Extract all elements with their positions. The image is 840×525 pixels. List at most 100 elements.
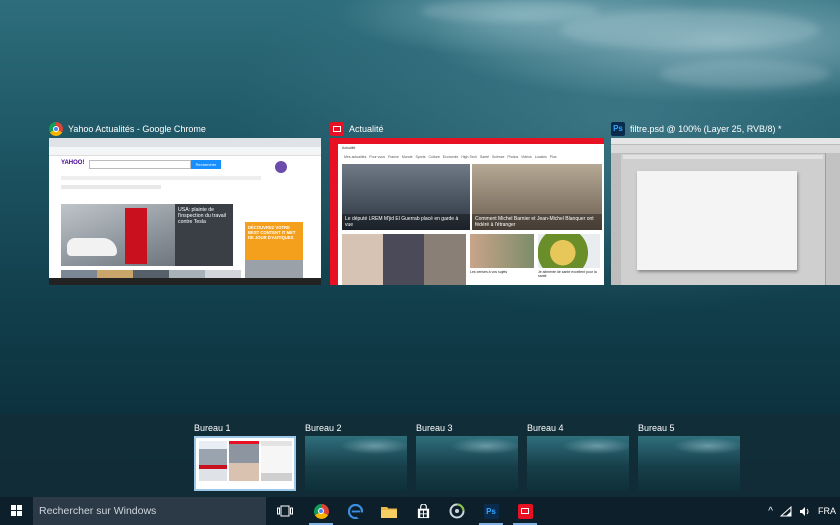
taskbar-search-box[interactable]: Rechercher sur Windows bbox=[33, 497, 266, 525]
windows-logo-icon bbox=[10, 505, 23, 517]
news-story-4-image bbox=[538, 234, 600, 268]
taskbar-news[interactable] bbox=[508, 497, 542, 525]
news-story-3-image bbox=[470, 234, 534, 268]
news-nav-item: Photos bbox=[507, 155, 519, 159]
desktop-2-thumbnail[interactable] bbox=[305, 436, 407, 491]
window-thumbnail-photoshop[interactable] bbox=[611, 138, 840, 285]
ps-menubar bbox=[611, 138, 840, 145]
window-title-text: Actualité bbox=[349, 124, 384, 134]
desktop-2[interactable]: Bureau 2 bbox=[305, 421, 407, 491]
news-titlebar bbox=[330, 138, 604, 144]
taskbar-chrome[interactable] bbox=[304, 497, 338, 525]
news-nav-item: Plus bbox=[549, 155, 557, 159]
ps-icon: Ps bbox=[483, 503, 499, 519]
desktop-4-thumbnail[interactable] bbox=[527, 436, 629, 491]
window-photoshop[interactable]: Ps filtre.psd @ 100% (Layer 25, RVB/8) * bbox=[611, 121, 840, 286]
address-bar bbox=[49, 147, 321, 156]
news-nav-item: Culture bbox=[428, 155, 440, 159]
ps-options-bar bbox=[611, 145, 840, 154]
news-nav-item: Science bbox=[491, 155, 505, 159]
desktop-label: Bureau 1 bbox=[194, 423, 231, 433]
yahoo-logo: YAHOO! bbox=[61, 160, 85, 166]
news-story-grid-left bbox=[342, 234, 466, 285]
news-story-2-headline: Comment Michel Barnier et Jean-Michel Bl… bbox=[472, 214, 602, 230]
volume-icon[interactable] bbox=[799, 506, 811, 517]
mini-window-photoshop bbox=[261, 441, 292, 481]
news-nav-item: Santé bbox=[479, 155, 490, 159]
news-nav-item: Sports bbox=[415, 155, 426, 159]
window-news[interactable]: Actualité Actualité Mes actualités Pour … bbox=[330, 121, 604, 286]
news-story-2: Comment Michel Barnier et Jean-Michel Bl… bbox=[472, 164, 602, 230]
window-title-chrome: Yahoo Actualités - Google Chrome bbox=[49, 121, 206, 137]
news-nav-item: Pour vous bbox=[369, 155, 386, 159]
ps-document-tab bbox=[623, 155, 823, 159]
window-title-news: Actualité bbox=[330, 121, 384, 137]
yahoo-search-button: Rechercher bbox=[191, 160, 221, 169]
news-nav-item: Vidéos bbox=[521, 155, 532, 159]
avatar bbox=[275, 161, 287, 173]
desktop-3[interactable]: Bureau 3 bbox=[416, 421, 518, 491]
desktop-3-thumbnail[interactable] bbox=[416, 436, 518, 491]
desktop-label: Bureau 2 bbox=[305, 423, 342, 433]
mini-window-news bbox=[229, 441, 259, 481]
chrome-bottom-bar bbox=[49, 278, 321, 285]
taskbar-store[interactable] bbox=[406, 497, 440, 525]
news-nav-item: Économie bbox=[442, 155, 459, 159]
news-icon bbox=[517, 503, 533, 519]
taskbar-photoshop[interactable]: Ps bbox=[474, 497, 508, 525]
news-nav: Mes actualités Pour vous France Monde Sp… bbox=[344, 155, 600, 161]
news-nav-item: Locales bbox=[534, 155, 547, 159]
folder-icon bbox=[381, 506, 397, 518]
edge-icon bbox=[347, 503, 363, 519]
news-story-1-headline: Le député LREM M'jid El Guerrab placé en… bbox=[342, 214, 470, 230]
news-story-1: Le député LREM M'jid El Guerrab placé en… bbox=[342, 164, 470, 230]
news-nav-item: Monde bbox=[401, 155, 413, 159]
news-story-4-headline: Je alimente de santé excellent pour la s… bbox=[538, 270, 597, 278]
taskbar-app[interactable] bbox=[440, 497, 474, 525]
search-placeholder: Rechercher sur Windows bbox=[39, 505, 157, 517]
news-icon bbox=[330, 122, 344, 136]
ps-panels bbox=[825, 153, 840, 285]
task-view-button[interactable] bbox=[268, 497, 302, 525]
news-side-rail bbox=[330, 144, 338, 285]
desktop-label: Bureau 3 bbox=[416, 423, 453, 433]
virtual-desktops-strip: Bureau 1 Bureau 2 Bureau 3 Bureau 4 Bure… bbox=[0, 413, 840, 497]
news-nav-item: Mes actualités bbox=[344, 155, 367, 159]
spin-icon bbox=[449, 503, 465, 519]
chrome-icon bbox=[49, 122, 63, 136]
tray-chevron-icon[interactable]: ^ bbox=[768, 506, 773, 517]
desktop-1-thumbnail[interactable] bbox=[194, 436, 296, 491]
nav-links bbox=[61, 176, 261, 180]
taskbar: Rechercher sur Windows Ps ^ FRA bbox=[0, 497, 840, 525]
window-thumbnail-chrome[interactable]: YAHOO! Rechercher USA: plainte de l'insp… bbox=[49, 138, 321, 285]
window-chrome[interactable]: Yahoo Actualités - Google Chrome YAHOO! … bbox=[49, 121, 321, 286]
start-button[interactable] bbox=[0, 497, 33, 525]
input-language-indicator[interactable]: FRA bbox=[818, 506, 836, 516]
taskbar-file-explorer[interactable] bbox=[372, 497, 406, 525]
desktop-5-thumbnail[interactable] bbox=[638, 436, 740, 491]
car-image bbox=[67, 238, 117, 256]
news-hero-image bbox=[61, 204, 177, 266]
desktop-4[interactable]: Bureau 4 bbox=[527, 421, 629, 491]
mini-window-chrome bbox=[199, 441, 227, 481]
window-title-text: Yahoo Actualités - Google Chrome bbox=[68, 124, 206, 134]
news-nav-item: France bbox=[387, 155, 399, 159]
hero-caption: USA: plainte de l'inspection du travail … bbox=[175, 204, 233, 266]
chrome-icon bbox=[313, 503, 329, 519]
desktop-label: Bureau 5 bbox=[638, 423, 675, 433]
taskbar-edge[interactable] bbox=[338, 497, 372, 525]
ps-icon: Ps bbox=[611, 122, 625, 136]
desktop-1[interactable]: Bureau 1 bbox=[194, 421, 296, 491]
sub-nav bbox=[61, 185, 161, 189]
tesla-sign bbox=[125, 208, 147, 264]
window-thumbnail-news[interactable]: Actualité Mes actualités Pour vous Franc… bbox=[330, 138, 604, 285]
ps-canvas bbox=[637, 171, 797, 270]
task-view-icon bbox=[277, 505, 293, 517]
ad-image bbox=[245, 260, 303, 280]
tab-strip bbox=[49, 138, 321, 147]
desktop-5[interactable]: Bureau 5 bbox=[638, 421, 740, 491]
network-icon[interactable] bbox=[780, 505, 792, 517]
news-story-3-headline: Les cerises à vos sujets bbox=[470, 270, 508, 274]
news-nav-item: High-Tech bbox=[461, 155, 477, 159]
store-icon bbox=[417, 503, 429, 518]
